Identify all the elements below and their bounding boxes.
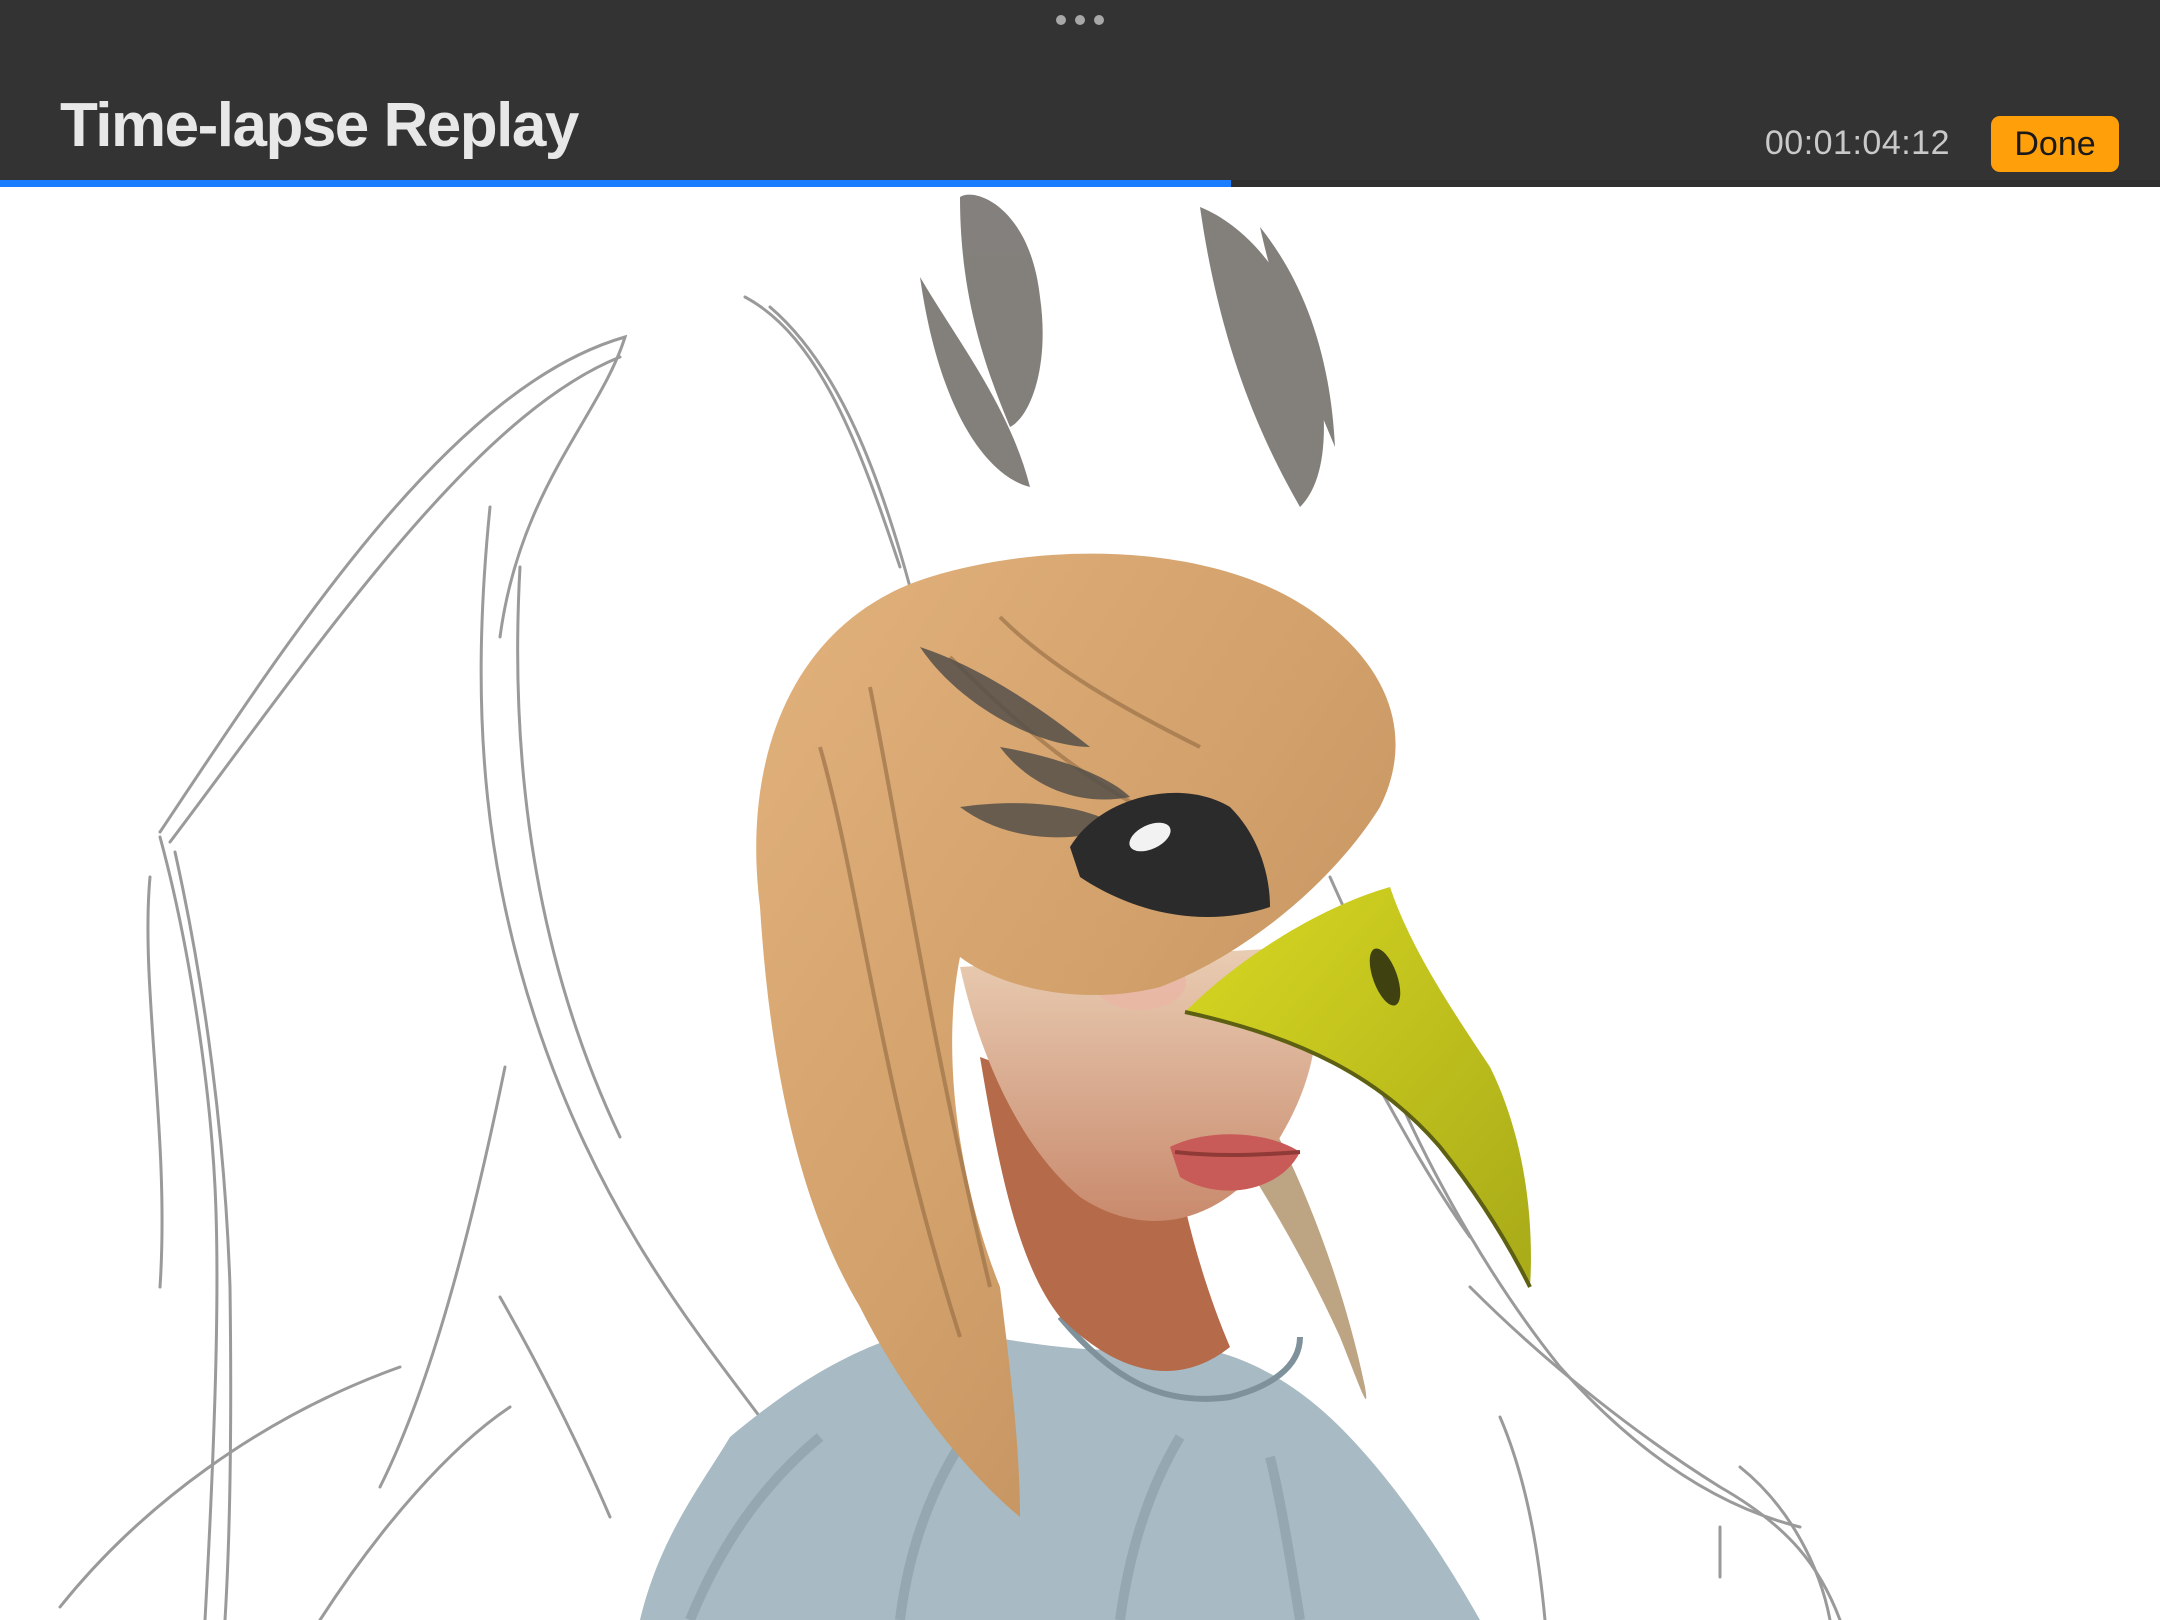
replay-scrubber[interactable] xyxy=(0,180,2160,187)
page-title: Time-lapse Replay xyxy=(60,91,579,160)
artwork-illustration xyxy=(58,194,1842,1620)
replay-header: Time-lapse Replay 00:01:04:12 Done xyxy=(0,0,2160,180)
replay-progress-fill xyxy=(0,180,1232,187)
artwork-canvas xyxy=(0,187,2160,1620)
ellipsis-icon[interactable] xyxy=(1056,14,1104,26)
replay-timecode: 00:01:04:12 xyxy=(1764,124,1950,162)
head-feathers xyxy=(920,194,1335,507)
done-button[interactable]: Done xyxy=(1991,116,2119,172)
